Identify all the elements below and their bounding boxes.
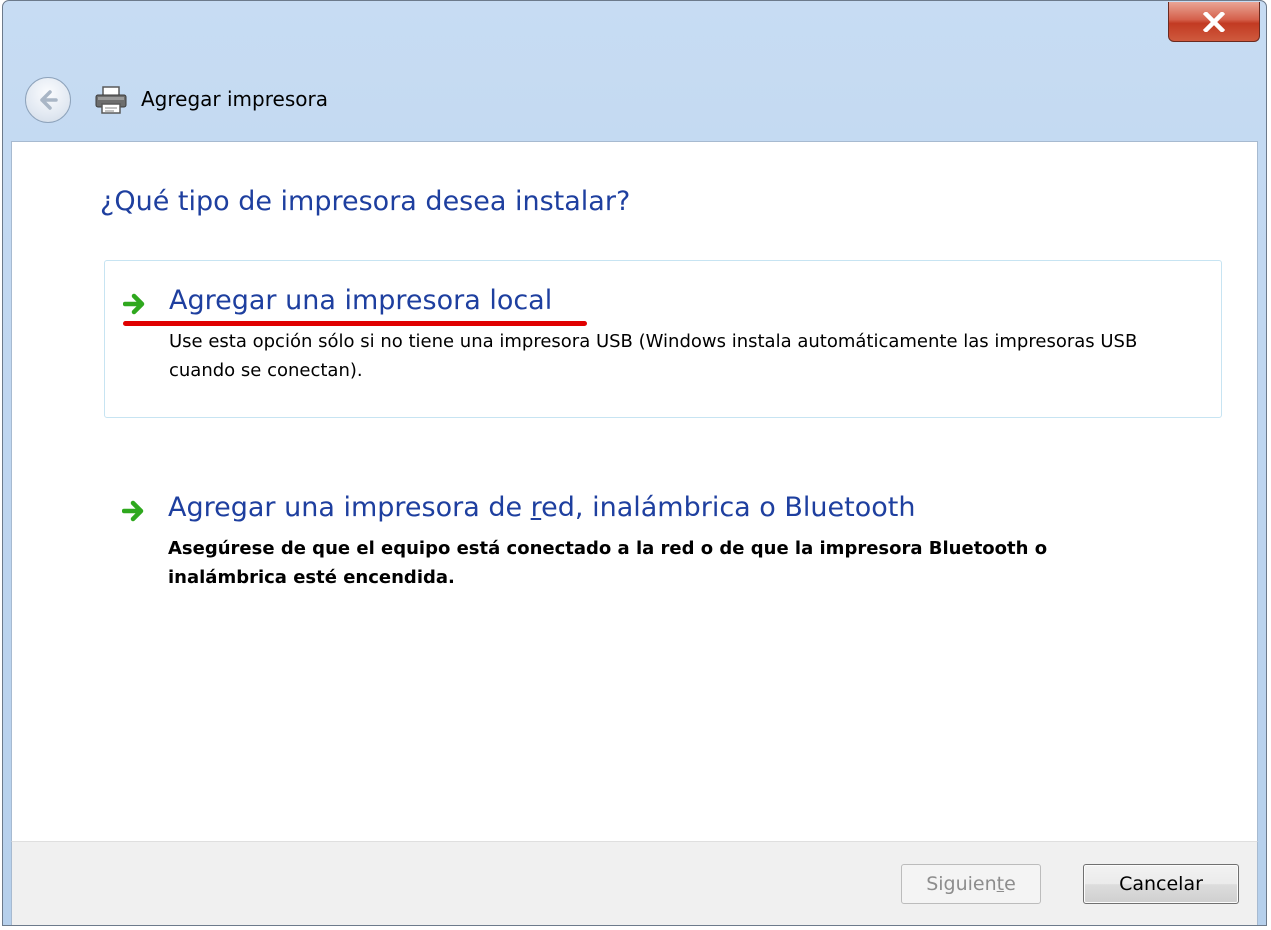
mnemonic-t: t: [996, 873, 1005, 895]
option-local-printer-title[interactable]: Agregar una impresora local: [169, 285, 552, 316]
printer-icon: [95, 86, 127, 114]
close-button[interactable]: [1168, 2, 1260, 42]
page-question: ¿Qué tipo de impresora desea instalar?: [100, 186, 631, 217]
cancel-button[interactable]: Cancelar: [1083, 864, 1239, 904]
mnemonic-r: r: [530, 492, 542, 523]
option-local-printer[interactable]: Agregar una impresora local Use esta opc…: [104, 260, 1222, 418]
option-network-printer-description: Asegúrese de que el equipo está conectad…: [168, 538, 1048, 588]
close-icon: [1203, 11, 1225, 32]
title-bar: Agregar impresora: [3, 1, 1266, 141]
window-title: Agregar impresora: [141, 87, 328, 111]
option-network-printer[interactable]: Agregar una impresora de red, inalámbric…: [104, 472, 1222, 612]
green-arrow-icon: [122, 500, 144, 522]
back-arrow-icon: [40, 90, 58, 110]
back-button[interactable]: [25, 77, 71, 123]
red-highlight-underline: [123, 321, 587, 326]
next-button[interactable]: Siguien t e: [901, 864, 1041, 904]
option-local-printer-description: Use esta opción sólo si no tiene una imp…: [169, 331, 1138, 381]
add-printer-window: Agregar impresora ¿Qué tipo de impresora…: [2, 0, 1267, 926]
wizard-footer: Siguien t e Cancelar: [11, 841, 1258, 925]
option-network-printer-title[interactable]: Agregar una impresora de red, inalámbric…: [168, 492, 915, 523]
green-arrow-icon: [123, 293, 145, 315]
wizard-content: ¿Qué tipo de impresora desea instalar? A…: [11, 141, 1258, 841]
